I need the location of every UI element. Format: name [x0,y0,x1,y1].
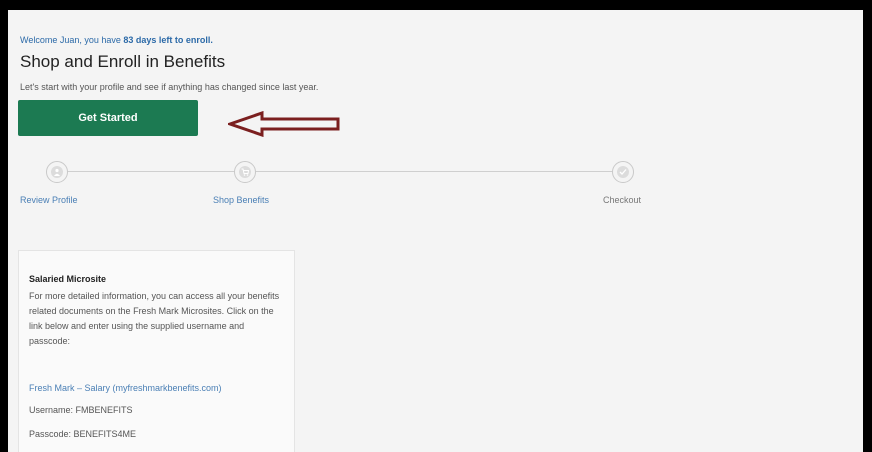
username-text: Username: FMBENEFITS [29,405,133,415]
cart-icon [239,166,251,178]
checkmark-icon [617,166,629,178]
step-label-shop-benefits[interactable]: Shop Benefits [213,195,269,205]
stepper-line [66,171,620,172]
step-review-profile-circle[interactable] [46,161,68,183]
person-icon [51,166,63,178]
card-body: For more detailed information, you can a… [29,291,280,346]
page-title: Shop and Enroll in Benefits [20,52,226,71]
get-started-button[interactable]: Get Started [18,100,198,136]
step-checkout-circle[interactable] [612,161,634,183]
left-arrow-icon [228,111,340,137]
welcome-message: Welcome Juan, you have 83 days left to e… [20,35,213,45]
card-title: Salaried Microsite [29,274,107,284]
enrollment-stepper: Review Profile Shop Benefits Checkout [8,155,863,215]
step-label-review-profile[interactable]: Review Profile [20,195,78,205]
step-shop-benefits-circle[interactable] [234,161,256,183]
microsite-card: Salaried Microsite For more detailed inf… [18,250,295,452]
page-subtitle: Let's start with your profile and see if… [20,82,319,92]
days-left: 83 days left to enroll. [123,35,213,45]
step-label-checkout[interactable]: Checkout [603,195,641,205]
welcome-prefix: Welcome Juan, you have [20,35,124,45]
enrollment-page: Welcome Juan, you have 83 days left to e… [8,10,863,452]
passcode-text: Passcode: BENEFITS4ME [29,429,137,439]
microsite-link[interactable]: Fresh Mark – Salary (myfreshmarkbenefits… [29,383,222,393]
